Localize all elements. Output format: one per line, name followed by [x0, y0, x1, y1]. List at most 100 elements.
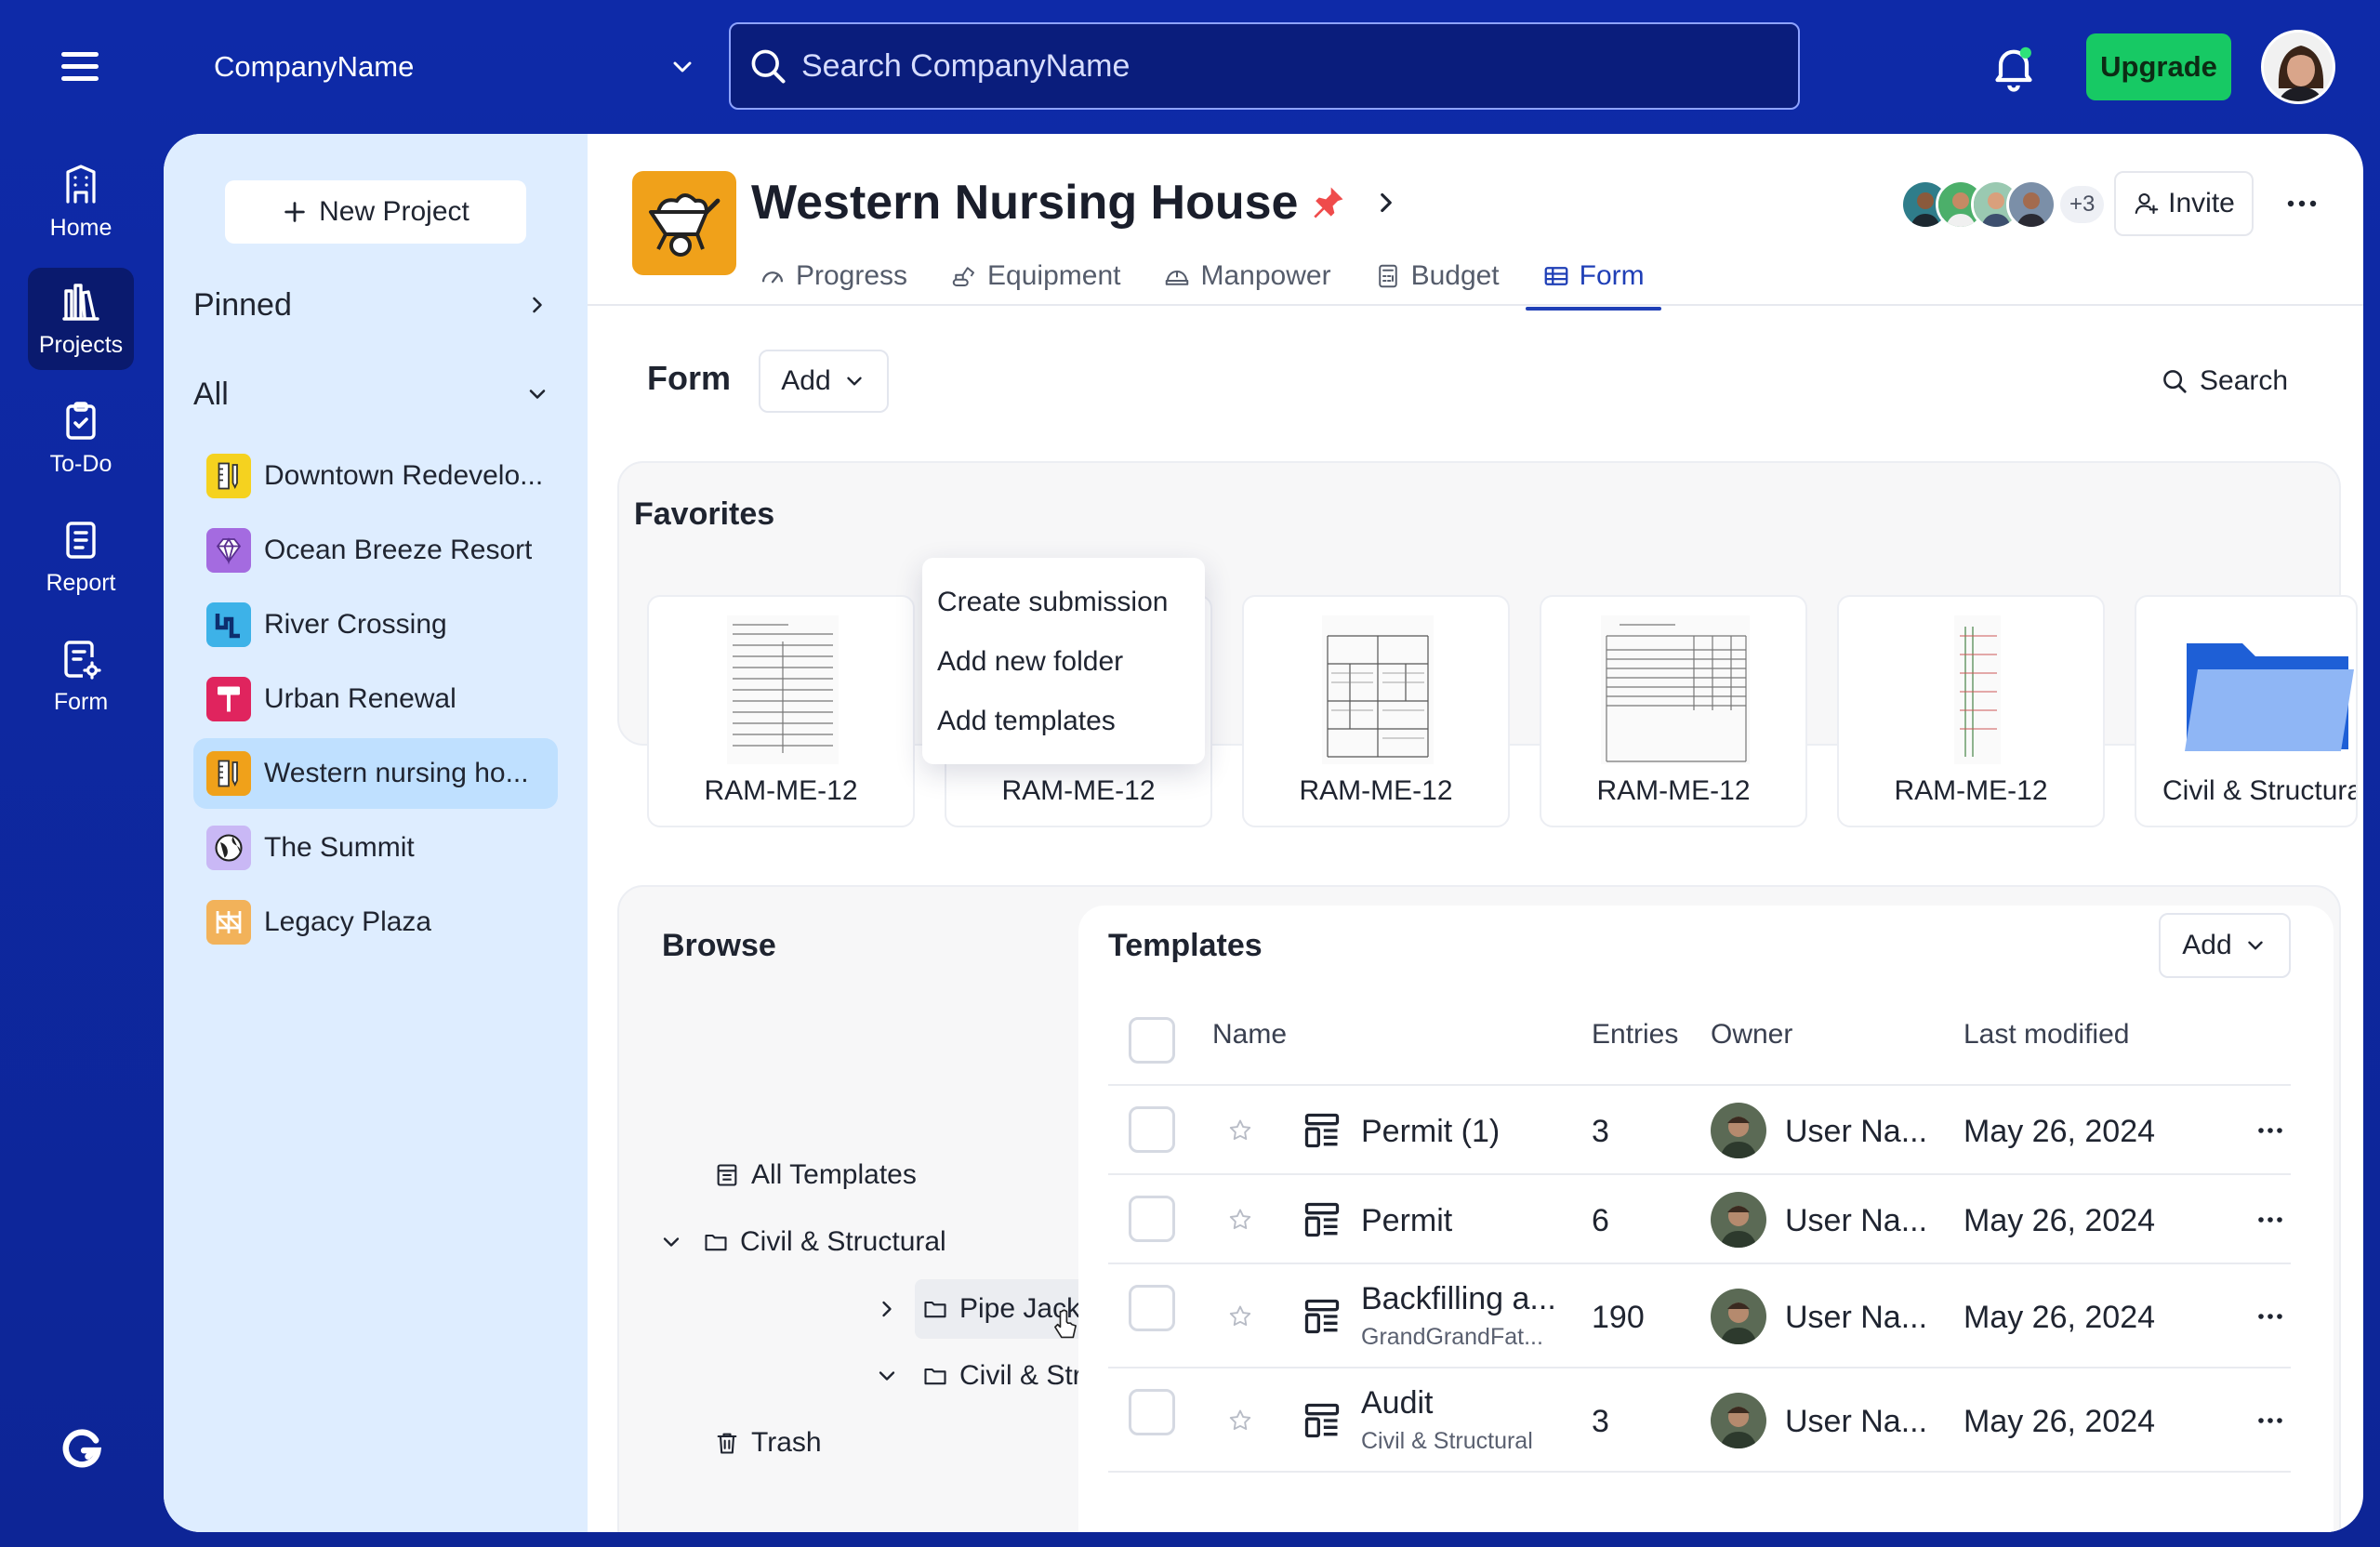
star-icon[interactable] [1227, 1117, 1253, 1144]
favorite-folder-card[interactable]: Civil & Structural [2135, 595, 2358, 827]
chevron-right-icon[interactable] [874, 1296, 900, 1322]
row-more-icon[interactable] [2250, 1298, 2291, 1335]
project-item[interactable]: The Summit [193, 813, 558, 883]
folder-icon [2185, 643, 2354, 751]
table-icon [1544, 267, 1568, 285]
row-checkbox[interactable] [1129, 1106, 1175, 1153]
folder-icon [924, 1301, 946, 1318]
owner-avatar [1711, 1393, 1766, 1448]
invite-button[interactable]: Invite [2114, 171, 2254, 236]
rail-form[interactable]: Form [28, 625, 134, 727]
rail-projects[interactable]: Projects [28, 268, 134, 370]
project-item-active[interactable]: Western nursing ho... [193, 738, 558, 809]
tab-equipment[interactable]: Equipment [945, 249, 1126, 303]
menu-item-add-folder[interactable]: Add new folder [922, 632, 1205, 692]
page-title: Western Nursing House [751, 176, 1299, 230]
templates-title: Templates [1108, 928, 1263, 963]
folder-icon [924, 1368, 946, 1385]
column-header-last-modified[interactable]: Last modified [1964, 1019, 2129, 1051]
star-icon[interactable] [1227, 1303, 1253, 1329]
chevron-down-icon[interactable] [658, 1229, 684, 1255]
favorite-card[interactable]: RAM-ME-12 [1837, 595, 2105, 827]
rail-label: Projects [38, 331, 124, 358]
tab-label: Budget [1410, 260, 1500, 291]
pin-icon[interactable] [1307, 182, 1348, 223]
row-checkbox[interactable] [1129, 1196, 1175, 1242]
user-avatar[interactable] [2261, 30, 2335, 104]
rail-todo[interactable]: To-Do [28, 387, 134, 489]
report-icon [66, 521, 96, 559]
owner-avatar [1711, 1103, 1766, 1158]
document-thumbnail [1322, 615, 1434, 764]
menu-item-add-templates[interactable]: Add templates [922, 692, 1205, 751]
project-title-row: Western Nursing House [751, 175, 1402, 231]
chevron-right-icon[interactable] [1370, 187, 1402, 218]
clipboard-check-icon [66, 401, 96, 440]
project-label: Urban Renewal [264, 683, 456, 714]
globe-icon [206, 826, 251, 870]
project-item[interactable]: Downtown Redevelo... [193, 441, 558, 511]
star-icon[interactable] [1227, 1408, 1253, 1434]
search-button[interactable]: Search [2161, 351, 2309, 411]
favorite-card[interactable]: RAM-ME-12 [1242, 595, 1510, 827]
rail-home[interactable]: Home [28, 151, 134, 253]
project-label: Downtown Redevelo... [264, 460, 544, 491]
column-header-entries[interactable]: Entries [1592, 1019, 1678, 1051]
pinned-section-toggle[interactable]: Pinned [193, 279, 565, 331]
row-entries: 3 [1592, 1114, 1609, 1149]
template-list-icon [717, 1164, 737, 1186]
diamond-icon [206, 528, 251, 573]
star-icon[interactable] [1227, 1207, 1253, 1233]
tree-label: Civil & Structural [740, 1226, 946, 1257]
row-entries: 6 [1592, 1203, 1609, 1238]
tab-progress[interactable]: Progress [753, 249, 913, 303]
owner-avatar [1711, 1192, 1766, 1248]
ruler-pencil-icon [206, 454, 251, 498]
select-all-checkbox[interactable] [1129, 1017, 1175, 1064]
column-header-name[interactable]: Name [1212, 1019, 1287, 1051]
tree-item-all-templates[interactable]: All Templates [714, 1149, 917, 1201]
tree-item-civil-structural[interactable]: Civil & Structural [658, 1216, 946, 1268]
chevron-right-icon [533, 297, 542, 313]
tab-budget[interactable]: Budget [1368, 249, 1505, 303]
notification-bell-icon[interactable] [1988, 41, 2040, 93]
more-options-icon[interactable] [2274, 180, 2330, 227]
row-owner: User Na... [1785, 1404, 1928, 1439]
upgrade-button[interactable]: Upgrade [2086, 33, 2231, 100]
templates-add-button[interactable]: Add [2159, 913, 2291, 978]
project-item[interactable]: River Crossing [193, 589, 558, 660]
project-item[interactable]: Legacy Plaza [193, 887, 558, 958]
global-search[interactable] [729, 22, 1800, 110]
tab-manpower[interactable]: Manpower [1157, 249, 1336, 303]
project-item[interactable]: Urban Renewal [193, 664, 558, 734]
row-checkbox[interactable] [1129, 1389, 1175, 1435]
row-name: Permit [1361, 1203, 1453, 1238]
menu-icon[interactable] [56, 46, 108, 87]
new-project-button[interactable]: New Project [225, 180, 526, 244]
tree-label: Trash [751, 1427, 822, 1458]
project-item[interactable]: Ocean Breeze Resort [193, 515, 558, 586]
row-more-icon[interactable] [2250, 1201, 2291, 1238]
row-more-icon[interactable] [2250, 1112, 2291, 1149]
chevron-down-icon[interactable] [874, 1363, 900, 1389]
member-avatars[interactable]: +3 [1900, 178, 2105, 231]
favorite-card[interactable]: RAM-ME-12 [1540, 595, 1807, 827]
all-section-toggle[interactable]: All [193, 368, 565, 420]
row-more-icon[interactable] [2250, 1402, 2291, 1439]
favorite-card[interactable]: RAM-ME-12 [647, 595, 915, 827]
tab-label: Form [1579, 260, 1645, 291]
column-header-owner[interactable]: Owner [1711, 1019, 1792, 1051]
menu-item-create-submission[interactable]: Create submission [922, 573, 1205, 632]
card-label: RAM-ME-12 [1596, 775, 1751, 806]
company-switcher[interactable]: CompanyName [214, 37, 697, 97]
row-folder: GrandGrandFat... [1361, 1324, 1543, 1350]
row-checkbox[interactable] [1129, 1285, 1175, 1331]
row-modified: May 26, 2024 [1964, 1203, 2156, 1238]
row-owner: User Na... [1785, 1114, 1928, 1149]
card-label: RAM-ME-12 [1299, 775, 1453, 806]
tree-item-trash[interactable]: Trash [714, 1417, 822, 1469]
search-input[interactable] [801, 47, 1731, 85]
add-dropdown-button[interactable]: Add [759, 350, 889, 413]
tab-form[interactable]: Form [1525, 249, 1661, 311]
rail-report[interactable]: Report [28, 506, 134, 608]
